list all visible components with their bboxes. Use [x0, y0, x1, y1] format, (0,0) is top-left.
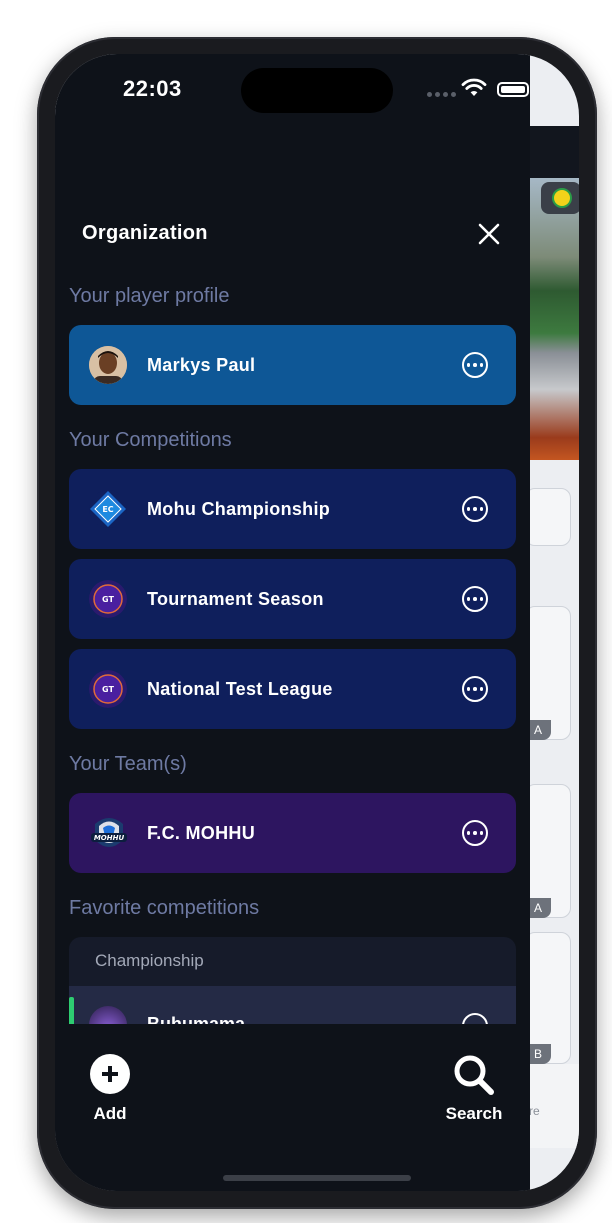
dynamic-island — [241, 68, 393, 113]
drawer-bottom-bar: Add Search — [55, 1024, 530, 1191]
more-options-button[interactable] — [462, 496, 488, 522]
player-name: Markys Paul — [147, 354, 256, 375]
background-search-field — [525, 488, 571, 546]
section-title-favorites: Favorite competitions — [69, 897, 260, 919]
gt-logo-icon: GT — [89, 580, 127, 618]
close-button[interactable] — [471, 216, 507, 252]
competition-name: National Test League — [147, 678, 333, 699]
search-label: Search — [445, 1104, 503, 1123]
section-title-teams: Your Team(s) — [69, 753, 187, 775]
search-icon — [454, 1055, 494, 1095]
more-options-button[interactable] — [462, 352, 488, 378]
svg-text:GT: GT — [102, 595, 114, 604]
competition-name: Mohu Championship — [147, 498, 331, 519]
more-options-button[interactable] — [462, 586, 488, 612]
favorite-group-title: Championship — [95, 951, 204, 970]
battery-icon — [497, 82, 529, 97]
status-time: 22:03 — [123, 76, 182, 101]
more-options-button[interactable] — [462, 676, 488, 702]
home-indicator — [223, 1175, 411, 1181]
svg-text:MOHHU: MOHHU — [94, 834, 125, 842]
competition-row[interactable]: GT National Test League — [69, 649, 516, 729]
team-logo-icon: MOHHU — [89, 814, 127, 852]
background-header — [525, 126, 579, 178]
add-label: Add — [93, 1104, 127, 1123]
svg-text:EC: EC — [102, 505, 113, 514]
add-button[interactable]: Add — [80, 1054, 140, 1134]
section-title-competitions: Your Competitions — [69, 429, 232, 451]
favorite-accent-bar — [69, 997, 74, 1027]
team-name: F.C. MOHHU — [147, 822, 255, 843]
section-title-player-profile: Your player profile — [69, 285, 230, 307]
organization-drawer: 22:03 Organization Your player profile M… — [55, 54, 530, 1191]
player-profile-row[interactable]: Markys Paul — [69, 325, 516, 405]
svg-text:GT: GT — [102, 685, 114, 694]
drawer-title: Organization — [82, 222, 208, 244]
close-icon — [478, 223, 500, 245]
team-row[interactable]: MOHHU F.C. MOHHU — [69, 793, 516, 873]
more-options-button[interactable] — [462, 820, 488, 846]
search-button[interactable]: Search — [441, 1054, 507, 1134]
competition-name: Tournament Season — [147, 588, 324, 609]
ec-logo-icon: EC — [89, 490, 127, 528]
gt-logo-icon: GT — [89, 670, 127, 708]
soccer-ball-icon — [552, 188, 572, 208]
background-stadium-image — [525, 178, 579, 460]
plus-icon — [90, 1054, 130, 1094]
player-avatar — [89, 346, 127, 384]
competition-row[interactable]: EC Mohu Championship — [69, 469, 516, 549]
cellular-signal-icon — [427, 92, 456, 97]
screen: A A B re 22:03 Organization Your player … — [55, 54, 579, 1191]
wifi-icon — [461, 78, 487, 96]
competition-row[interactable]: GT Tournament Season — [69, 559, 516, 639]
background-footer-text: re — [529, 1104, 540, 1118]
